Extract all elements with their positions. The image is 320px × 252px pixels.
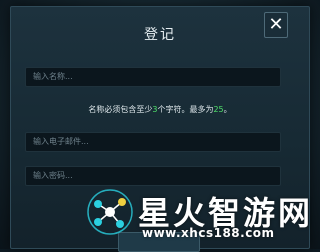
hint-middle: 个字符。最多为 xyxy=(157,105,214,114)
close-button[interactable]: ✕ xyxy=(264,12,288,38)
watermark-logo-icon xyxy=(87,189,133,235)
password-input[interactable] xyxy=(33,171,273,180)
watermark-url: www.xhcs188.com xyxy=(142,226,275,240)
email-field[interactable] xyxy=(25,132,281,152)
hint-max-value: 25 xyxy=(213,105,224,114)
close-icon: ✕ xyxy=(268,14,284,35)
name-input[interactable] xyxy=(33,72,273,81)
hint-prefix: 名称必须包含至少 xyxy=(88,105,153,114)
password-field[interactable] xyxy=(25,166,281,186)
email-input[interactable] xyxy=(33,137,273,146)
name-requirement-hint: 名称必须包含至少3个字符。最多为25。 xyxy=(0,104,320,115)
hint-suffix: 。 xyxy=(223,105,232,114)
name-field[interactable] xyxy=(25,67,281,87)
